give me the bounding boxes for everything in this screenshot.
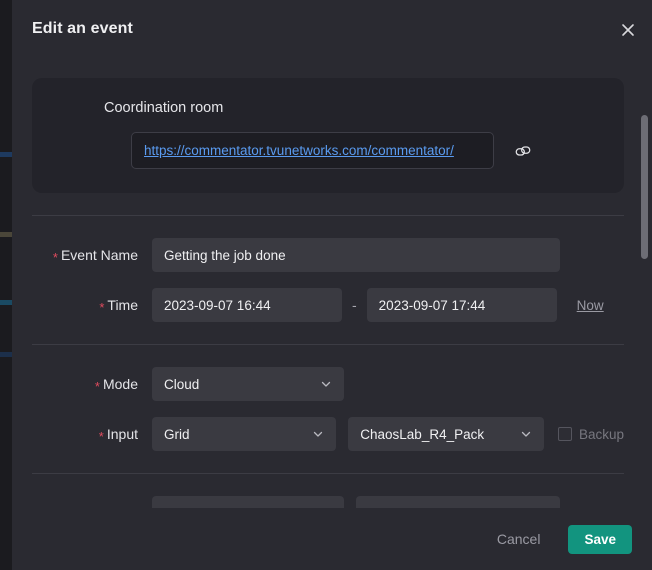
time-label-text: Time [107, 297, 138, 313]
event-name-input[interactable] [152, 238, 560, 272]
clipped-next-row [152, 496, 624, 508]
event-name-label-text: Event Name [60, 247, 138, 263]
mode-label-text: Mode [102, 376, 138, 392]
form-row-event-name: * Event Name [32, 238, 624, 272]
dialog-body-scroll-area[interactable]: Coordination room https://commentator.tv… [12, 58, 652, 508]
clipped-field-b [356, 496, 560, 508]
checkbox-box-icon [557, 427, 572, 441]
required-indicator: * [98, 429, 104, 444]
divider-top [32, 215, 624, 216]
chevron-down-icon [520, 428, 532, 440]
required-indicator: * [52, 250, 58, 265]
backup-checkbox-label: Backup [578, 426, 624, 442]
mode-select[interactable]: Cloud [152, 367, 344, 401]
chevron-down-icon [312, 428, 324, 440]
edit-event-dialog: Edit an event Coordination room https://… [12, 0, 652, 570]
input-source-select-value: ChaosLab_R4_Pack [360, 426, 485, 442]
clipped-field-a [152, 496, 344, 508]
form-section-basic: *Event Name *Time - Now [12, 238, 644, 322]
event-name-label: * Event Name [32, 247, 152, 265]
input-label-text: Input [106, 426, 138, 442]
coordination-room-url-row: https://commentator.tvunetworks.com/comm… [131, 132, 600, 169]
dialog-scrollbar-thumb[interactable] [641, 115, 648, 259]
coordination-room-url-link[interactable]: https://commentator.tvunetworks.com/comm… [144, 143, 454, 158]
divider-middle [32, 344, 624, 345]
underlying-page-backdrop [0, 0, 12, 570]
dialog-header: Edit an event [12, 0, 652, 58]
form-row-input: * Input Grid ChaosLab_R4_Pack Backup [32, 417, 624, 451]
cancel-button[interactable]: Cancel [483, 523, 555, 555]
mode-select-value: Cloud [164, 376, 200, 392]
mode-label: * Mode [32, 376, 152, 394]
input-source-select[interactable]: ChaosLab_R4_Pack [348, 417, 544, 451]
divider-bottom [32, 473, 624, 474]
input-type-select-value: Grid [164, 426, 190, 442]
input-type-select[interactable]: Grid [152, 417, 337, 451]
required-indicator: * [94, 379, 100, 394]
coordination-room-card: Coordination room https://commentator.tv… [32, 78, 624, 193]
copy-link-icon[interactable] [510, 138, 536, 164]
form-section-source: * Mode Cloud * Input Grid ChaosLab_R4_Pa… [12, 367, 644, 451]
time-end-input[interactable] [366, 288, 557, 322]
form-row-mode: * Mode Cloud [32, 367, 624, 401]
time-range-separator: - [352, 297, 357, 313]
time-label: * Time [32, 297, 152, 315]
dialog-footer: Cancel Save [12, 508, 652, 570]
required-indicator: * [99, 300, 105, 315]
input-label: * Input [32, 426, 152, 444]
form-row-time: *Time - Now [32, 288, 624, 322]
chevron-down-icon [320, 378, 332, 390]
backup-checkbox[interactable]: Backup [557, 426, 624, 442]
coordination-room-url-box[interactable]: https://commentator.tvunetworks.com/comm… [131, 132, 494, 169]
dialog-scrollbar-track[interactable] [640, 58, 650, 501]
save-button[interactable]: Save [568, 524, 632, 554]
dialog-title: Edit an event [32, 20, 133, 37]
coordination-room-title: Coordination room [104, 100, 224, 116]
time-now-link[interactable]: Now [577, 298, 604, 313]
time-start-input[interactable] [152, 288, 342, 322]
close-icon[interactable] [614, 16, 642, 44]
